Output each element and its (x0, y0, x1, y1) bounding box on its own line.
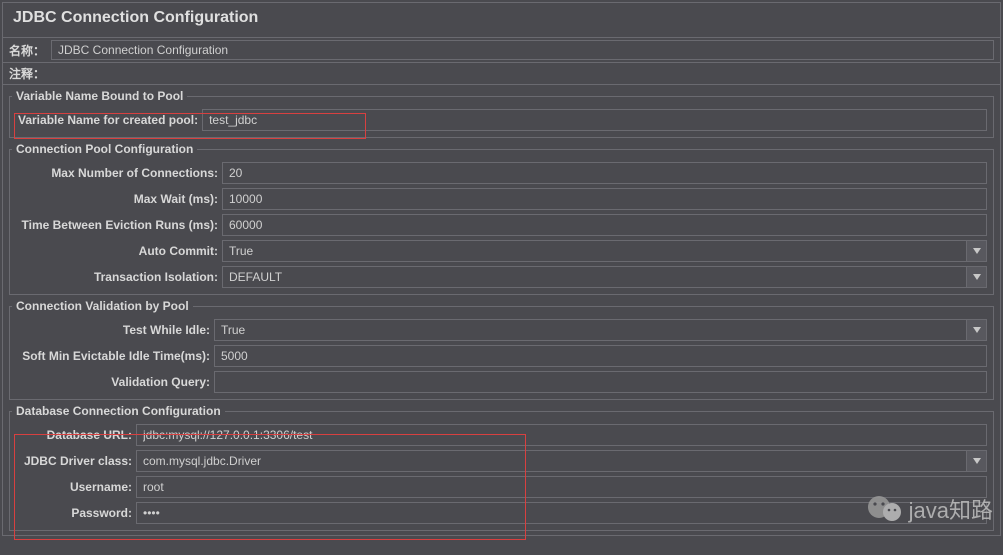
test-while-idle-select[interactable] (214, 319, 967, 341)
soft-min-evictable-label: Soft Min Evictable Idle Time(ms): (16, 349, 210, 363)
transaction-isolation-label: Transaction Isolation: (16, 270, 218, 284)
soft-min-evictable-input[interactable] (214, 345, 987, 367)
eviction-runs-input[interactable] (222, 214, 987, 236)
max-wait-input[interactable] (222, 188, 987, 210)
driver-class-select[interactable] (136, 450, 967, 472)
transaction-isolation-select[interactable] (222, 266, 967, 288)
max-connections-input[interactable] (222, 162, 987, 184)
database-connection-section: Database Connection Configuration Databa… (9, 404, 994, 531)
validation-query-input[interactable] (214, 371, 987, 393)
auto-commit-select[interactable] (222, 240, 967, 262)
wechat-icon (867, 495, 903, 523)
panel-title: JDBC Connection Configuration (3, 3, 1000, 37)
db-url-input[interactable] (136, 424, 987, 446)
driver-class-label: JDBC Driver class: (16, 454, 132, 468)
test-while-idle-dropdown-icon[interactable] (967, 319, 987, 341)
username-label: Username: (16, 480, 132, 494)
name-label: 名称： (9, 42, 45, 59)
auto-commit-label: Auto Commit: (16, 244, 218, 258)
database-connection-legend: Database Connection Configuration (12, 404, 225, 418)
comment-row: 注释： (3, 62, 1000, 85)
watermark-text: java知路 (909, 493, 993, 525)
pool-name-label: Variable Name for created pool: (16, 113, 198, 127)
transaction-isolation-dropdown-icon[interactable] (967, 266, 987, 288)
name-input[interactable] (51, 40, 994, 60)
max-wait-label: Max Wait (ms): (16, 192, 218, 206)
auto-commit-dropdown-icon[interactable] (967, 240, 987, 262)
password-label: Password: (16, 506, 132, 520)
db-url-label: Database URL: (16, 428, 132, 442)
name-row: 名称： (3, 37, 1000, 62)
test-while-idle-label: Test While Idle: (16, 323, 210, 337)
variable-name-section: Variable Name Bound to Pool Variable Nam… (9, 89, 994, 138)
pool-name-input[interactable] (202, 109, 987, 131)
config-panel: JDBC Connection Configuration 名称： 注释： Va… (2, 2, 1001, 536)
watermark: java知路 (867, 493, 993, 525)
variable-name-legend: Variable Name Bound to Pool (12, 89, 187, 103)
eviction-runs-label: Time Between Eviction Runs (ms): (16, 218, 218, 232)
connection-pool-legend: Connection Pool Configuration (12, 142, 197, 156)
comment-label: 注释： (9, 65, 45, 82)
connection-pool-section: Connection Pool Configuration Max Number… (9, 142, 994, 295)
validation-legend: Connection Validation by Pool (12, 299, 193, 313)
validation-section: Connection Validation by Pool Test While… (9, 299, 994, 400)
driver-class-dropdown-icon[interactable] (967, 450, 987, 472)
max-connections-label: Max Number of Connections: (16, 166, 218, 180)
username-input[interactable] (136, 476, 987, 498)
password-input[interactable] (136, 502, 987, 524)
validation-query-label: Validation Query: (16, 375, 210, 389)
